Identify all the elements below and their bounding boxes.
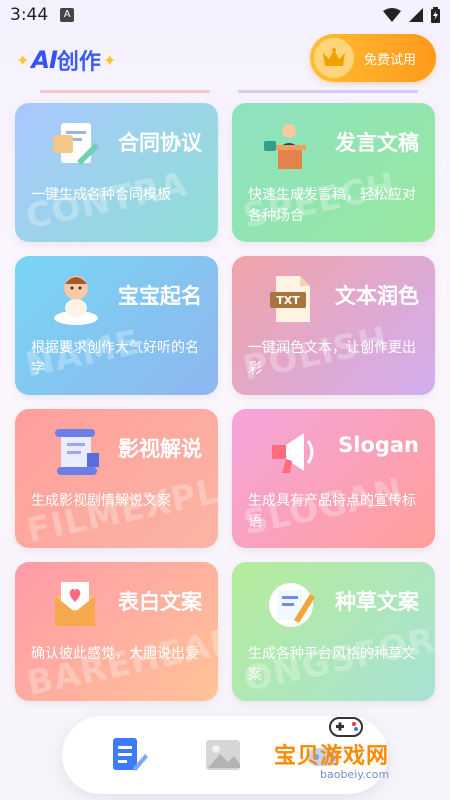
card-speech[interactable]: SPEECH 发言文稿 快速生成发言稿，轻松应对各种场合 <box>232 103 435 242</box>
card-title: 宝宝起名 <box>118 284 202 308</box>
card-title: 表白文案 <box>118 590 202 614</box>
card-title: 文本润色 <box>335 284 419 308</box>
notification-icon: A <box>60 8 75 22</box>
card-recommend[interactable]: ONGSFOR 种草文案 生成各种平台风格的种草文案 <box>232 562 435 701</box>
speaker-podium-icon <box>264 117 322 175</box>
card-description: 生成各种平台风格的种草文案 <box>248 646 416 683</box>
battery-icon <box>431 7 440 23</box>
status-time: 3:44 <box>10 5 49 25</box>
brand-watermark: 宝贝游戏网 baobeiy.com <box>270 712 450 782</box>
logo-ai: AI <box>31 46 57 74</box>
card-description: 生成具有产品特点的宣传标语 <box>248 493 416 530</box>
card-baby-name[interactable]: NAME 宝宝起名 根据要求创作大气好听的名字 <box>15 256 218 395</box>
free-trial-label: 免费试用 <box>364 52 417 68</box>
card-title: 影视解说 <box>118 437 202 461</box>
card-description: 快速生成发言稿，轻松应对各种场合 <box>248 187 416 224</box>
free-trial-button[interactable]: 免费试用 <box>310 34 436 82</box>
crown-icon <box>314 38 354 78</box>
app-logo: ✦ AI 创作 ✦ <box>14 44 118 76</box>
sparkle-icon: ✦ <box>102 50 117 70</box>
card-film-explain[interactable]: FILMEXPLAI 影视解说 生成影视剧情解说文案 <box>15 409 218 548</box>
card-title: 发言文稿 <box>335 131 419 155</box>
baby-icon <box>47 270 105 328</box>
card-description: 确认彼此感觉，大胆说出爱 <box>31 646 199 662</box>
card-slogan[interactable]: SLOGAN Slogan 生成具有产品特点的宣传标语 <box>232 409 435 548</box>
gallery-icon[interactable] <box>202 734 244 776</box>
card-description: 生成影视剧情解说文案 <box>31 493 171 509</box>
status-icons <box>383 7 440 23</box>
card-title: Slogan <box>338 433 419 457</box>
card-description: 根据要求创作大气好听的名字 <box>31 340 199 377</box>
document-pen-icon <box>47 117 105 175</box>
create-icon[interactable] <box>107 734 149 776</box>
card-title: 种草文案 <box>335 590 419 614</box>
divider <box>40 90 210 93</box>
signal-icon <box>409 8 423 22</box>
scroll-icon <box>47 423 105 481</box>
svg-text:TXT: TXT <box>276 294 300 307</box>
card-title: 合同协议 <box>118 131 202 155</box>
brand-name: 宝贝游戏网 <box>274 744 390 769</box>
txt-file-icon: TXT <box>264 270 322 328</box>
feature-grid: CONTRA 合同协议 一键生成各种合同模板 SPEECH 发言文稿 快速生成发… <box>15 103 435 701</box>
megaphone-icon <box>264 423 322 481</box>
brand-url: baobeiy.com <box>320 768 390 781</box>
love-letter-icon <box>47 576 105 634</box>
card-love-letter[interactable]: BAREHEART 表白文案 确认彼此感觉，大胆说出爱 <box>15 562 218 701</box>
wifi-icon <box>383 8 401 22</box>
sparkle-icon: ✦ <box>16 50 30 70</box>
card-polish[interactable]: POLISH TXT 文本润色 一键润色文本，让创作更出彩 <box>232 256 435 395</box>
logo-text: 创作 <box>56 50 101 75</box>
status-bar: 3:44 A <box>0 0 450 30</box>
divider <box>238 90 418 93</box>
card-description: 一键润色文本，让创作更出彩 <box>248 340 416 377</box>
card-description: 一键生成各种合同模板 <box>31 187 171 203</box>
card-contract[interactable]: CONTRA 合同协议 一键生成各种合同模板 <box>15 103 218 242</box>
header: ✦ AI 创作 ✦ 免费试用 <box>0 32 450 93</box>
notebook-pencil-icon <box>264 576 322 634</box>
